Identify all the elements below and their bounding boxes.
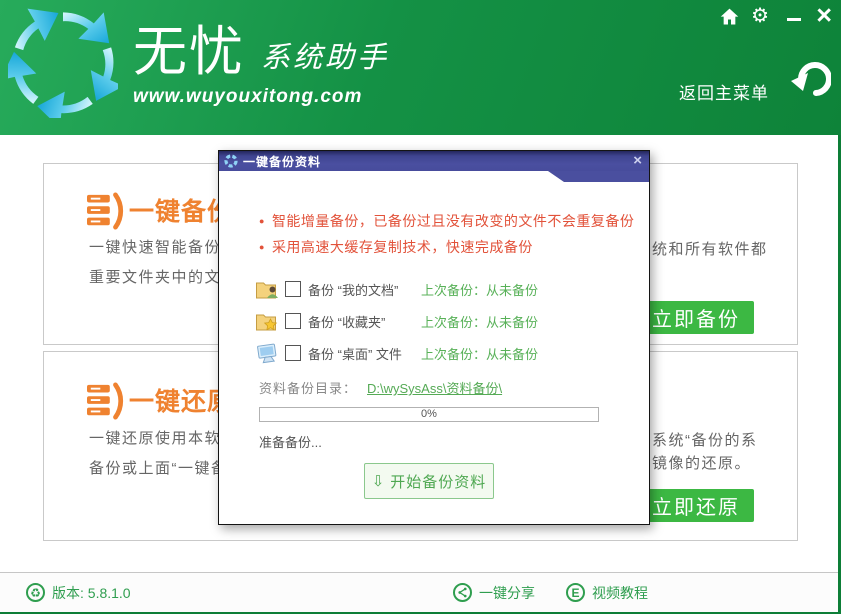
my-documents-folder-icon — [255, 277, 280, 301]
restore-desc-right2: 镜像的还原。 — [652, 452, 751, 473]
backup-directory-link[interactable]: D:\wySysAss\资料备份\ — [367, 378, 502, 397]
backup-item-label: 备份 “我的文档” — [308, 280, 421, 299]
download-arrow-icon: ⇩ — [372, 472, 386, 490]
recycle-logo-icon — [8, 8, 118, 118]
restore-now-button[interactable]: 立即还原 — [638, 489, 754, 522]
app-window: 无忧 系统助手 www.wuyouxitong.com ⚙ × 返回主菜单 — [0, 0, 841, 614]
restore-desc-right1: 系统“备份的系 — [652, 429, 758, 450]
brand-subtitle: 系统助手 — [261, 34, 389, 76]
share-label: 一键分享 — [479, 583, 535, 603]
backup-desc-right: 统和所有软件都 — [652, 238, 768, 259]
backup-item-row: 备份 “收藏夹” 上次备份：从未备份 — [255, 308, 645, 334]
brand-website: www.wuyouxitong.com — [133, 86, 389, 108]
restore-stack-icon — [87, 382, 125, 420]
start-backup-button[interactable]: ⇩ 开始备份资料 — [364, 463, 494, 499]
recycle-badge-icon: ♻ — [26, 583, 45, 602]
back-to-main-menu-label: 返回主菜单 — [679, 79, 769, 104]
dialog-bullet-1: 智能增量备份，已备份过且没有改变的文件不会重复备份 — [259, 211, 634, 231]
dialog-bullet-2: 采用高速大缓存复制技术，快速完成备份 — [259, 237, 533, 257]
backup-item-status: 上次备份：从未备份 — [421, 312, 538, 331]
restore-desc-line1: 一键还原使用本软件 — [89, 427, 238, 448]
backup-item-label: 备份 “桌面” 文件 — [308, 344, 421, 363]
close-icon[interactable]: × — [816, 0, 832, 30]
my-documents-checkbox[interactable] — [285, 281, 301, 297]
backup-item-status: 上次备份：从未备份 — [421, 344, 538, 363]
favorites-checkbox[interactable] — [285, 313, 301, 329]
backup-item-status: 上次备份：从未备份 — [421, 280, 538, 299]
desktop-icon — [255, 341, 280, 365]
start-backup-label: 开始备份资料 — [390, 471, 486, 492]
restore-desc-line2: 备份或上面“一键备 — [89, 457, 228, 478]
share-icon — [453, 583, 472, 602]
version-info: ♻ 版本: 5.8.1.0 — [26, 573, 131, 612]
backup-directory-row: 资料备份目录： D:\wySysAss\资料备份\ — [259, 378, 502, 397]
dialog-close-icon[interactable]: × — [633, 151, 642, 170]
desktop-checkbox[interactable] — [285, 345, 301, 361]
video-tutorial-icon: E — [566, 583, 585, 602]
back-to-main-menu-button[interactable]: 返回主菜单 — [679, 52, 831, 108]
dialog-logo-icon — [224, 154, 238, 168]
backup-desc-line2: 重要文件夹中的文件 — [89, 266, 238, 287]
brand-title: 无忧 — [133, 24, 245, 81]
share-button[interactable]: 一键分享 — [453, 573, 535, 612]
backup-item-label: 备份 “收藏夹” — [308, 312, 421, 331]
version-label: 版本: 5.8.1.0 — [52, 583, 131, 603]
video-tutorial-label: 视频教程 — [592, 583, 648, 603]
backup-now-button[interactable]: 立即备份 — [638, 301, 754, 334]
footer-bar: ♻ 版本: 5.8.1.0 一键分享 E 视频教程 — [0, 572, 838, 612]
gear-icon[interactable]: ⚙ — [751, 3, 769, 28]
backup-directory-label: 资料备份目录： — [259, 378, 357, 397]
backup-progress-bar: 0% — [259, 407, 599, 422]
backup-item-row: 备份 “我的文档” 上次备份：从未备份 — [255, 276, 645, 302]
backup-dialog: 一键备份资料 × 智能增量备份，已备份过且没有改变的文件不会重复备份 采用高速大… — [218, 150, 650, 525]
dialog-title: 一键备份资料 — [243, 153, 321, 170]
backup-item-row: 备份 “桌面” 文件 上次备份：从未备份 — [255, 340, 645, 366]
backup-desc-line1: 一键快速智能备份我 — [89, 236, 238, 257]
dialog-tab-decoration — [548, 171, 649, 182]
favorites-folder-icon — [255, 309, 280, 333]
video-tutorial-button[interactable]: E 视频教程 — [566, 573, 648, 612]
backup-status-text: 准备备份... — [259, 432, 322, 451]
home-icon[interactable] — [719, 7, 740, 27]
return-arrow-icon — [789, 52, 831, 98]
minimize-icon[interactable] — [787, 18, 801, 21]
header: 无忧 系统助手 www.wuyouxitong.com ⚙ × 返回主菜单 — [0, 0, 841, 135]
backup-stack-icon — [87, 192, 125, 230]
dialog-titlebar[interactable]: 一键备份资料 × — [219, 151, 649, 171]
